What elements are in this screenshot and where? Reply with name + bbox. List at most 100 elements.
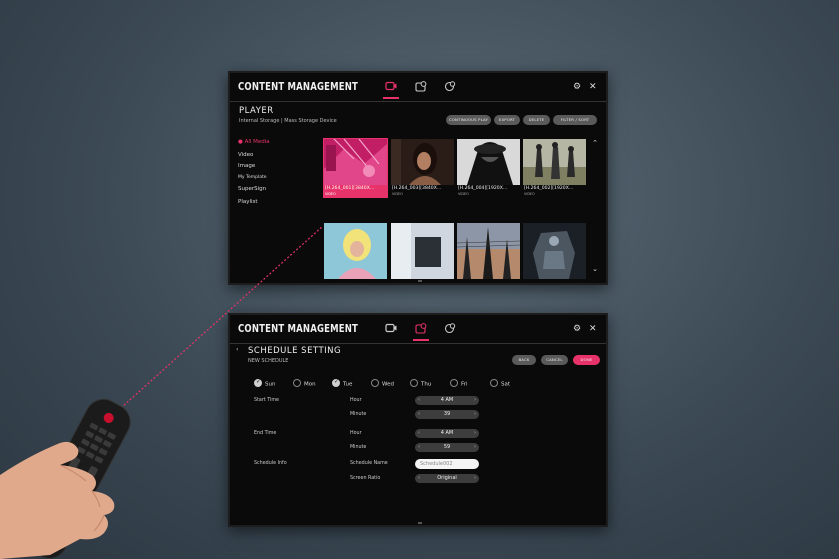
- video-thumbnail-image: [457, 139, 520, 185]
- sidebar-item-all-media[interactable]: ● All Media: [238, 139, 270, 145]
- player-tab-icon[interactable]: [384, 323, 398, 335]
- end-minute-label: Minute: [350, 445, 367, 450]
- day-checkbox-fri[interactable]: Fri: [450, 379, 468, 388]
- day-checkbox-wed[interactable]: Wed: [371, 379, 394, 388]
- done-button[interactable]: DONE: [573, 355, 600, 365]
- day-checkbox-tue[interactable]: Tue: [332, 378, 352, 388]
- player-tab-icon[interactable]: [384, 81, 398, 93]
- chevron-left-icon[interactable]: ‹: [418, 410, 420, 419]
- chevron-right-icon[interactable]: ›: [474, 474, 476, 483]
- header-divider: [230, 343, 606, 344]
- screen-ratio-selector[interactable]: ‹ Original ›: [415, 474, 479, 483]
- checkbox-icon: [293, 379, 301, 387]
- sidebar-item-supersign[interactable]: SuperSign: [238, 186, 266, 192]
- image-thumbnail-image: [324, 223, 387, 279]
- end-hour-label: Hour: [350, 431, 362, 436]
- day-checkbox-sun[interactable]: Sun: [254, 378, 275, 388]
- chevron-left-icon[interactable]: ‹: [418, 443, 420, 452]
- day-checkbox-thu[interactable]: Thu: [410, 379, 431, 388]
- schedule-name-input[interactable]: Schedule002: [415, 459, 479, 469]
- start-hour-stepper[interactable]: ‹ 4 AM ›: [415, 396, 479, 405]
- thumbnail-caption: [H.264_004][1920X...: [458, 186, 508, 191]
- cancel-button[interactable]: CANCEL: [541, 355, 568, 365]
- thumbnail-type: VIDEO: [325, 192, 336, 196]
- filter-sort-button[interactable]: FILTER / SORT: [553, 115, 597, 125]
- media-thumbnail[interactable]: [H.264_001][3840X... VIDEO: [323, 138, 388, 198]
- scroll-down-chevron-icon[interactable]: ⌄: [592, 265, 598, 273]
- thumbnail-caption: [H.264_001][3840X...: [325, 186, 375, 191]
- chevron-left-icon[interactable]: ‹: [418, 474, 420, 483]
- chevron-left-icon[interactable]: ‹: [418, 396, 420, 405]
- chevron-right-icon[interactable]: ›: [474, 410, 476, 419]
- sidebar-item-video[interactable]: Video: [238, 152, 253, 158]
- active-tab-indicator: [383, 97, 399, 99]
- day-checkbox-sat[interactable]: Sat: [490, 379, 510, 388]
- thumbnail-caption: [H.264_002][1920X...: [524, 186, 574, 191]
- group-tab-icon[interactable]: [443, 323, 457, 335]
- tv-indicator: [418, 280, 422, 282]
- content-management-schedule-screen: CONTENT MANAGEMENT ⚙ ✕ ‹ SCHEDULE SETTIN…: [228, 313, 608, 527]
- header: CONTENT MANAGEMENT ⚙ ✕: [230, 315, 606, 343]
- export-button[interactable]: EXPORT: [494, 115, 520, 125]
- checkbox-icon: [450, 379, 458, 387]
- checkbox-checked-icon: [254, 378, 262, 387]
- delete-button[interactable]: DELETE: [523, 115, 550, 125]
- media-thumbnail[interactable]: [H.264_002][1920X... VIDEO: [523, 139, 586, 197]
- video-thumbnail-image: [324, 139, 387, 185]
- media-thumbnail[interactable]: [H.264_003][3840X... VIDEO: [391, 139, 454, 197]
- media-thumbnail[interactable]: [391, 223, 454, 279]
- page-subtitle: NEW SCHEDULE: [248, 358, 289, 364]
- sidebar-item-playlist[interactable]: Playlist: [238, 199, 258, 205]
- settings-gear-icon[interactable]: ⚙: [573, 324, 581, 334]
- day-checkbox-mon[interactable]: Mon: [293, 379, 316, 388]
- image-thumbnail-image: [457, 223, 520, 279]
- schedule-tab-icon[interactable]: [414, 81, 428, 93]
- close-icon[interactable]: ✕: [589, 324, 597, 334]
- checkbox-icon: [490, 379, 498, 387]
- image-thumbnail-image: [523, 223, 586, 279]
- thumbnail-type: VIDEO: [524, 192, 535, 196]
- end-minute-stepper[interactable]: ‹ 59 ›: [415, 443, 479, 452]
- magic-remote-in-hand: [0, 398, 131, 559]
- media-thumbnail[interactable]: [324, 223, 387, 279]
- settings-gear-icon[interactable]: ⚙: [573, 82, 581, 92]
- sidebar-item-my-template[interactable]: My Template: [238, 175, 267, 180]
- start-time-label: Start Time: [254, 398, 279, 403]
- screen-ratio-label: Screen Ratio: [350, 476, 381, 481]
- continuous-play-button[interactable]: CONTINUOUS PLAY: [446, 115, 491, 125]
- media-thumbnail[interactable]: [H.264_004][1920X... VIDEO: [457, 139, 520, 197]
- end-time-label: End Time: [254, 431, 277, 436]
- checkbox-icon: [410, 379, 418, 387]
- header: CONTENT MANAGEMENT ⚙ ✕: [230, 73, 606, 101]
- scroll-up-chevron-icon[interactable]: ⌃: [592, 139, 598, 147]
- group-tab-icon[interactable]: [443, 81, 457, 93]
- content-management-player-screen: CONTENT MANAGEMENT ⚙ ✕ PLAYER Internal S…: [228, 71, 608, 285]
- app-title: CONTENT MANAGEMENT: [238, 81, 359, 93]
- thumbnail-type: VIDEO: [458, 192, 469, 196]
- checkbox-icon: [371, 379, 379, 387]
- back-arrow-icon[interactable]: ‹: [236, 346, 238, 353]
- schedule-info-label: Schedule Info: [254, 461, 287, 466]
- start-hour-label: Hour: [350, 398, 362, 403]
- start-minute-stepper[interactable]: ‹ 39 ›: [415, 410, 479, 419]
- media-thumbnail[interactable]: [457, 223, 520, 279]
- chevron-right-icon[interactable]: ›: [474, 443, 476, 452]
- active-tab-indicator: [413, 339, 429, 341]
- header-divider: [230, 101, 606, 102]
- media-thumbnail[interactable]: [523, 223, 586, 279]
- chevron-right-icon[interactable]: ›: [474, 429, 476, 438]
- page-title: PLAYER: [239, 106, 274, 116]
- schedule-tab-icon[interactable]: [414, 323, 428, 335]
- end-hour-stepper[interactable]: ‹ 4 AM ›: [415, 429, 479, 438]
- chevron-left-icon[interactable]: ‹: [418, 429, 420, 438]
- checkbox-checked-icon: [332, 378, 340, 387]
- back-button[interactable]: BACK: [512, 355, 536, 365]
- thumbnail-caption: [H.264_003][3840X...: [392, 186, 442, 191]
- start-minute-label: Minute: [350, 412, 367, 417]
- sidebar-item-image[interactable]: Image: [238, 163, 255, 169]
- image-thumbnail-image: [391, 223, 454, 279]
- app-title: CONTENT MANAGEMENT: [238, 323, 359, 335]
- chevron-right-icon[interactable]: ›: [474, 396, 476, 405]
- tv-indicator: [418, 522, 422, 524]
- close-icon[interactable]: ✕: [589, 82, 597, 92]
